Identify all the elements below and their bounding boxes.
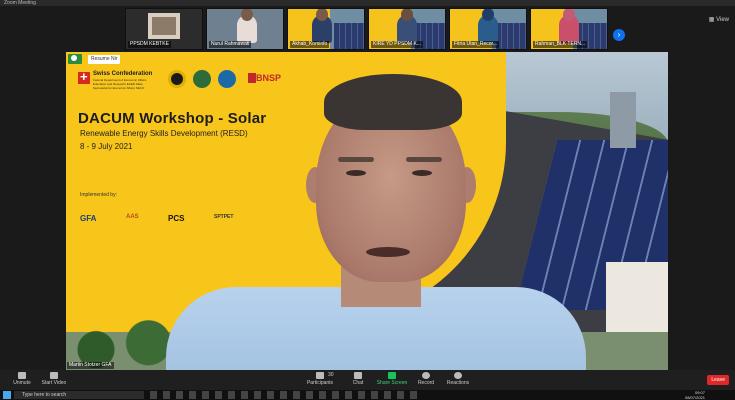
- resume-button[interactable]: [68, 54, 82, 64]
- partner-logo: AAS: [126, 214, 139, 220]
- swiss-flag-icon: [78, 69, 90, 84]
- implemented-by-label: Implemented by:: [80, 192, 117, 198]
- speaker-video: [166, 72, 586, 370]
- taskbar-app-icons[interactable]: [150, 391, 420, 399]
- record-icon: [422, 372, 430, 379]
- participant-name: Nurul Rahmawati: [209, 41, 252, 48]
- chat-icon: [354, 372, 362, 379]
- share-screen-label: Share Screen: [376, 380, 408, 386]
- partner-logo: GFA: [80, 214, 97, 223]
- record-label: Record: [417, 380, 435, 386]
- speaker-name: Martin Stotzer GFA: [67, 362, 114, 369]
- taskbar-date: 08/07/2021: [684, 395, 705, 400]
- slide-dates: 8 - 9 July 2021: [80, 142, 133, 151]
- resume-share-button[interactable]: Resume Nir: [88, 55, 121, 64]
- start-video-label: Start Video: [41, 380, 67, 386]
- participants-icon: [316, 372, 324, 379]
- swiss-subtitle: Federal Department of Economic Affairs, …: [93, 78, 147, 90]
- unmute-label: Unmute: [13, 380, 31, 386]
- view-button[interactable]: ▦ View: [709, 16, 729, 23]
- share-screen-icon: [388, 372, 396, 379]
- participant-name: KIRE YD PPSDM K...: [371, 41, 423, 48]
- participant-name: Rahman_BLK TERN...: [533, 41, 588, 48]
- participant-name: Fitria Utan_Recor...: [452, 41, 500, 48]
- gallery-tile[interactable]: Fitria Utan_Recor...: [449, 8, 527, 50]
- microphone-icon: [18, 372, 26, 379]
- participants-label: Participants: [306, 380, 334, 386]
- gallery-strip: PPSDM KEBTKE Nurul Rahmawati Akhab_Komin…: [0, 6, 735, 52]
- participants-button[interactable]: Participants: [300, 372, 340, 386]
- swiss-title: Swiss Confederation: [93, 71, 153, 77]
- leave-button[interactable]: Leave: [707, 375, 729, 385]
- taskbar-search-input[interactable]: Type here to search: [14, 391, 144, 399]
- main-video: Resume Nir Swiss Confederation Federal D…: [66, 52, 668, 370]
- gallery-tile[interactable]: Akhab_Kominfo: [287, 8, 365, 50]
- gallery-tile[interactable]: PPSDM KEBTKE: [125, 8, 203, 50]
- gallery-tile[interactable]: Nurul Rahmawati: [206, 8, 284, 50]
- windows-taskbar: Type here to search 09:07 08/07/2021: [0, 390, 735, 400]
- start-video-button[interactable]: Start Video: [34, 372, 74, 386]
- chevron-right-icon[interactable]: ›: [613, 29, 625, 41]
- camera-icon: [50, 372, 58, 379]
- reactions-button[interactable]: Reactions: [438, 372, 478, 386]
- taskbar-clock: 09:07 08/07/2021: [685, 390, 705, 400]
- meeting-controls: Unmute Start Video Participants Chat Sha…: [0, 370, 735, 390]
- gallery-tile[interactable]: Rahman_BLK TERN...: [530, 8, 608, 50]
- gallery-tile[interactable]: KIRE YD PPSDM K...: [368, 8, 446, 50]
- pause-icon: [71, 55, 77, 61]
- participant-name: Akhab_Kominfo: [290, 41, 330, 48]
- participants-count: 30: [328, 372, 334, 378]
- view-label: View: [716, 17, 729, 23]
- smiley-icon: [454, 372, 462, 379]
- chat-label: Chat: [352, 380, 364, 386]
- participant-name: PPSDM KEBTKE: [128, 41, 171, 48]
- reactions-label: Reactions: [446, 380, 470, 386]
- windows-start-icon[interactable]: [3, 391, 11, 399]
